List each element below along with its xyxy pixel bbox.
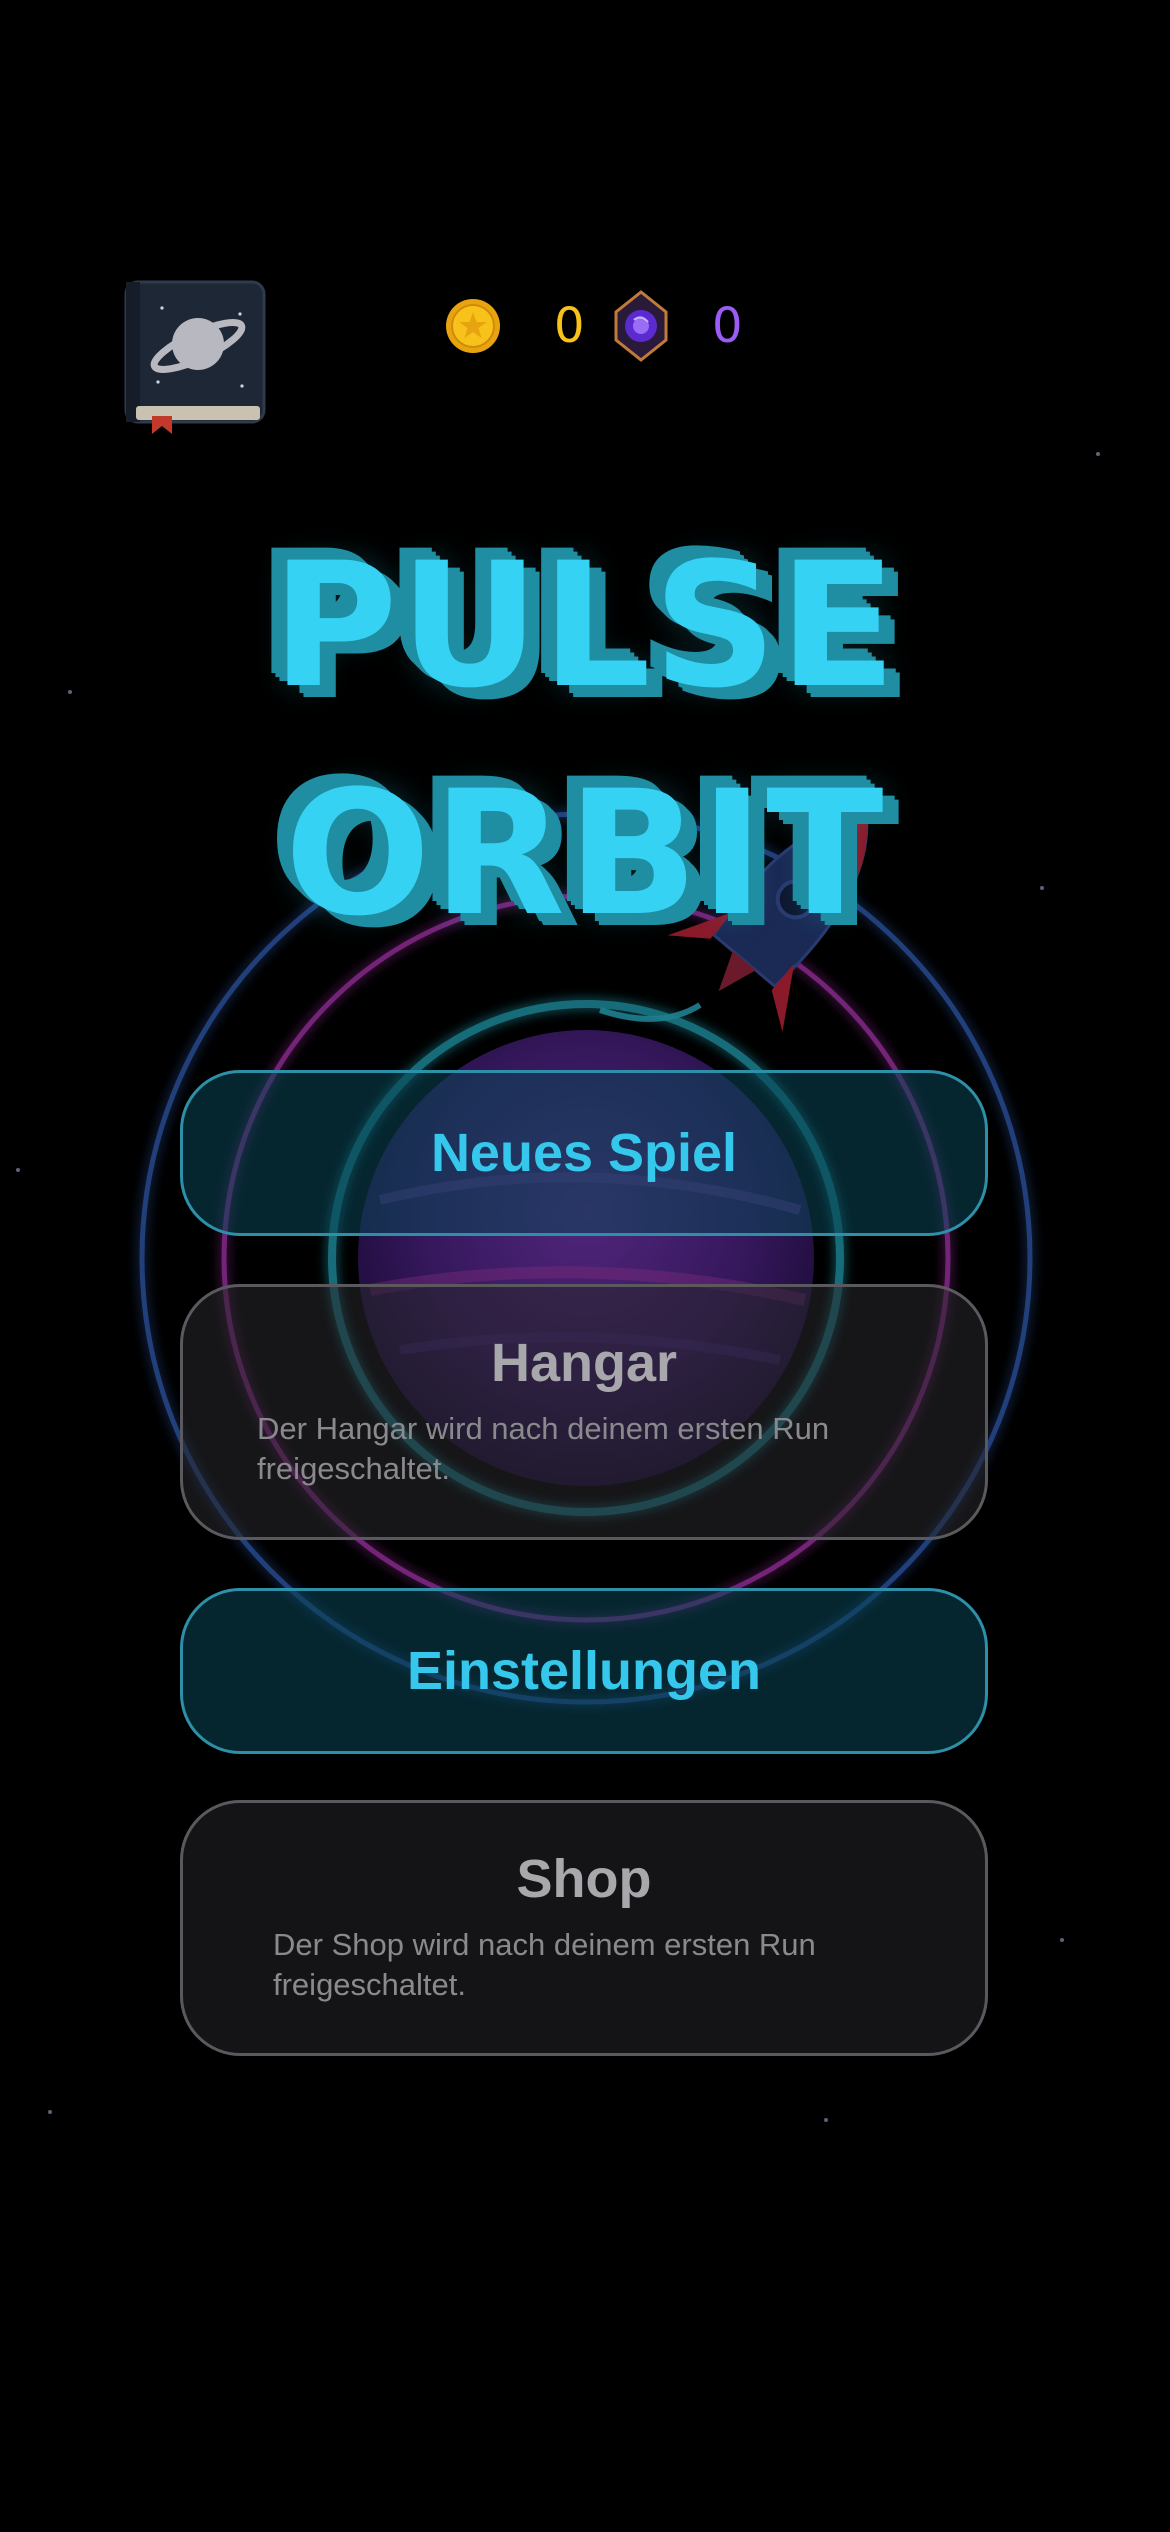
new-game-label: Neues Spiel <box>430 1123 738 1183</box>
coin-count: 0 <box>554 298 585 354</box>
shop-button[interactable]: Shop Der Shop wird nach deinem ersten Ru… <box>180 1800 988 2056</box>
hangar-locked-note: Der Hangar wird nach deinem ersten Run f… <box>257 1411 830 1486</box>
gem-counter: 0 <box>612 290 743 362</box>
background-star <box>1096 452 1100 456</box>
background-star <box>48 2110 52 2114</box>
hangar-button[interactable]: Hangar Der Hangar wird nach deinem erste… <box>180 1284 988 1540</box>
planet-book-icon <box>124 280 266 434</box>
coin-counter: 0 <box>444 290 585 362</box>
purple-gem-icon <box>614 290 668 362</box>
title-line-2: ORBIT <box>284 753 886 954</box>
shop-label: Shop <box>516 1849 652 1909</box>
hangar-label: Hangar <box>490 1333 678 1393</box>
title-line-1: PULSE <box>271 525 899 726</box>
gem-count: 0 <box>712 298 743 354</box>
gold-coin-icon <box>446 299 500 353</box>
settings-label: Einstellungen <box>406 1641 762 1701</box>
background-star <box>824 2118 828 2122</box>
game-title: PULSE <box>0 540 1170 712</box>
settings-button[interactable]: Einstellungen <box>180 1588 988 1754</box>
shop-locked-note: Der Shop wird nach deinem ersten Run fre… <box>273 1927 816 2002</box>
journal-button[interactable] <box>122 278 268 434</box>
game-title-line-2-wrap: ORBIT <box>0 768 1170 940</box>
background-star <box>16 1168 20 1172</box>
new-game-button[interactable]: Neues Spiel <box>180 1070 988 1236</box>
background-star <box>1060 1938 1064 1942</box>
